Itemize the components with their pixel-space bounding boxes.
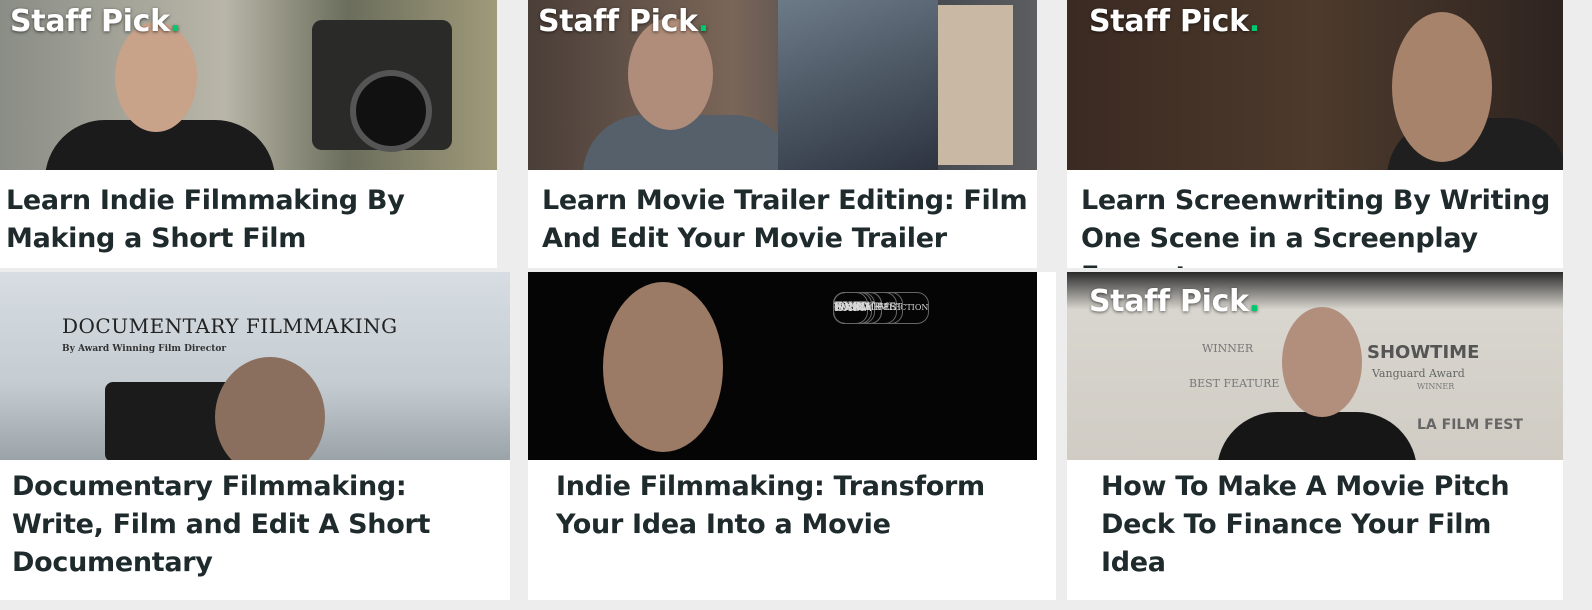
course-card-6[interactable]: WINNER BEST FEATURE SHOWTIME Vanguard Aw… (1067, 272, 1563, 600)
thumbnail-badge: SHOWTIME (1367, 342, 1480, 363)
course-card-2[interactable]: Staff Pick. Learn Movie Trailer Editing:… (528, 0, 1037, 268)
person-image (1392, 12, 1492, 162)
staff-pick-badge: Staff Pick. (538, 4, 709, 39)
course-thumbnail[interactable]: Staff Pick. (0, 0, 497, 170)
award-badges: SXSW EXIT WINNER OFFICIAL SELECTION WINN… (833, 292, 1003, 452)
thumbnail-badge: BEST FEATURE (1189, 377, 1280, 390)
course-card-4[interactable]: DOCUMENTARY FILMMAKING By Award Winning … (0, 272, 510, 600)
course-thumbnail[interactable]: Staff Pick. (528, 0, 1037, 170)
poster-image (938, 5, 1013, 165)
course-title[interactable]: Indie Filmmaking: Transform Your Idea In… (556, 468, 1050, 544)
person-image (1282, 307, 1362, 417)
thumbnail-badge: WINNER (1417, 382, 1455, 391)
course-title[interactable]: Learn Indie Filmmaking By Making a Short… (6, 182, 491, 258)
course-card-1[interactable]: Staff Pick. Learn Indie Filmmaking By Ma… (0, 0, 497, 268)
course-thumbnail[interactable]: SXSW EXIT WINNER OFFICIAL SELECTION WINN… (528, 272, 1037, 460)
person-image (215, 357, 325, 460)
course-thumbnail[interactable]: DOCUMENTARY FILMMAKING By Award Winning … (0, 272, 510, 460)
course-card-3[interactable]: Staff Pick. Learn Screenwriting By Writi… (1067, 0, 1563, 268)
staff-pick-badge: Staff Pick. (1089, 284, 1260, 319)
course-title[interactable]: Learn Screenwriting By Writing One Scene… (1081, 182, 1557, 268)
film-reel-image (778, 0, 938, 170)
course-card-5[interactable]: SXSW EXIT WINNER OFFICIAL SELECTION WINN… (528, 272, 1056, 600)
thumbnail-subheading: By Award Winning Film Director (62, 344, 227, 354)
camera-image (312, 20, 452, 152)
course-thumbnail[interactable]: WINNER BEST FEATURE SHOWTIME Vanguard Aw… (1067, 272, 1563, 460)
person-image (603, 282, 723, 452)
staff-pick-badge: Staff Pick. (10, 4, 181, 39)
person-image (1217, 412, 1417, 460)
thumbnail-heading: DOCUMENTARY FILMMAKING (62, 314, 398, 338)
thumbnail-badge: LA FILM FEST (1417, 417, 1523, 433)
staff-pick-badge: Staff Pick. (1089, 4, 1260, 39)
thumbnail-badge: Vanguard Award (1372, 367, 1465, 380)
award-badge: LA FILM FEST (833, 292, 904, 324)
course-title[interactable]: Documentary Filmmaking: Write, Film and … (12, 468, 504, 582)
course-thumbnail[interactable]: Staff Pick. (1067, 0, 1563, 170)
thumbnail-badge: WINNER (1202, 342, 1254, 355)
course-title[interactable]: How To Make A Movie Pitch Deck To Financ… (1101, 468, 1557, 582)
course-title[interactable]: Learn Movie Trailer Editing: Film And Ed… (542, 182, 1031, 258)
